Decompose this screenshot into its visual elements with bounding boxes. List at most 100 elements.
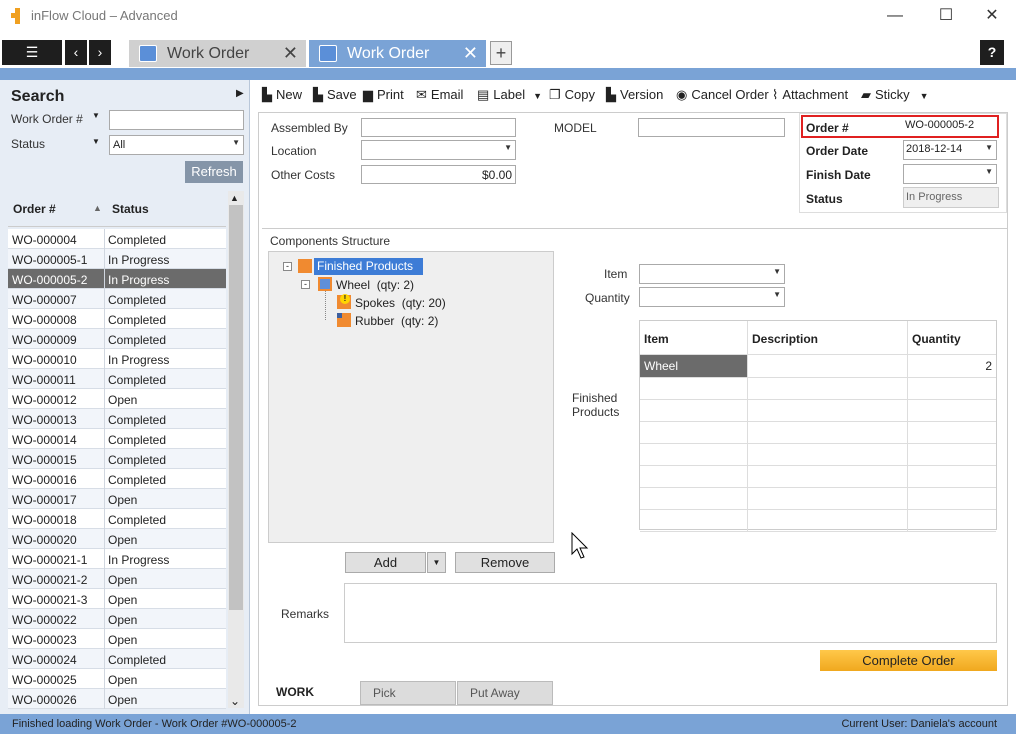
- attachment-button[interactable]: ⌇ Attachment: [772, 87, 848, 103]
- table-row[interactable]: WO-000025 Open: [8, 669, 226, 689]
- forward-button[interactable]: ›: [89, 40, 111, 65]
- column-item[interactable]: Item: [644, 332, 669, 346]
- order-number-cell: WO-000024: [12, 653, 77, 667]
- table-row[interactable]: WO-000018 Completed: [8, 509, 226, 529]
- table-row[interactable]: WO-000008 Completed: [8, 309, 226, 329]
- save-icon: ▙: [313, 87, 323, 102]
- column-order[interactable]: Order #: [13, 202, 56, 216]
- quantity-select[interactable]: ▼: [639, 287, 785, 307]
- table-row[interactable]: WO-000004 Completed: [8, 229, 226, 249]
- tab-pick[interactable]: Pick: [360, 681, 456, 705]
- add-dropdown-button[interactable]: ▼: [427, 552, 446, 573]
- table-row[interactable]: WO-000011 Completed: [8, 369, 226, 389]
- order-date-input[interactable]: 2018-12-14 ▼: [903, 140, 997, 160]
- item-select[interactable]: ▼: [639, 264, 785, 284]
- save-button[interactable]: ▙ Save: [313, 87, 357, 103]
- table-row[interactable]: WO-000014 Completed: [8, 429, 226, 449]
- tree-item-rubber[interactable]: Rubber (qty: 2): [355, 314, 438, 328]
- scroll-up-icon[interactable]: ▲: [230, 193, 239, 203]
- chevron-down-icon: ▼: [232, 138, 240, 147]
- status-select[interactable]: All ▼: [109, 135, 244, 155]
- table-row[interactable]: WO-000005-1 In Progress: [8, 249, 226, 269]
- status-cell: Completed: [108, 333, 167, 347]
- assembled-by-input[interactable]: [361, 118, 516, 137]
- cancel-order-button[interactable]: ◉ Cancel Order: [676, 87, 769, 103]
- table-row[interactable]: WO-000021-1 In Progress: [8, 549, 226, 569]
- table-row[interactable]: WO-000020 Open: [8, 529, 226, 549]
- table-row[interactable]: WO-000026 Open: [8, 689, 226, 709]
- tree-root-finished-products[interactable]: Finished Products: [314, 258, 423, 275]
- status-cell: Open: [108, 573, 138, 587]
- order-number-cell: WO-000009: [12, 333, 77, 347]
- collapse-icon[interactable]: -: [301, 280, 310, 289]
- model-input[interactable]: [638, 118, 785, 137]
- components-tree[interactable]: [268, 251, 554, 543]
- tab-work-order-1[interactable]: Work Order ✕: [129, 40, 306, 67]
- close-button[interactable]: ✕: [977, 4, 1007, 28]
- table-row[interactable]: WO-000021-2 Open: [8, 569, 226, 589]
- version-button[interactable]: ▙ Version: [606, 87, 663, 103]
- scroll-down-icon[interactable]: ⌄: [230, 694, 240, 708]
- email-button[interactable]: ✉ Email: [416, 87, 463, 103]
- grid-col-line: [907, 321, 908, 531]
- divider: [262, 228, 1007, 229]
- maximize-button[interactable]: ☐: [931, 4, 961, 28]
- table-row[interactable]: WO-000017 Open: [8, 489, 226, 509]
- location-select[interactable]: ▼: [361, 140, 516, 160]
- new-button[interactable]: ▙ New: [262, 87, 302, 103]
- column-quantity[interactable]: Quantity: [912, 332, 961, 346]
- grid-row-line: [640, 421, 996, 422]
- minimize-button[interactable]: —: [880, 4, 910, 28]
- column-status[interactable]: Status: [112, 202, 149, 216]
- sticky-button[interactable]: ▰ Sticky ▼: [861, 87, 929, 103]
- new-tab-button[interactable]: +: [490, 41, 512, 65]
- table-row[interactable]: WO-000012 Open: [8, 389, 226, 409]
- table-row[interactable]: WO-000013 Completed: [8, 409, 226, 429]
- table-row[interactable]: WO-000023 Open: [8, 629, 226, 649]
- tab-put-away[interactable]: Put Away: [457, 681, 553, 705]
- print-button[interactable]: ▆ Print: [363, 87, 404, 103]
- filter-dropdown-icon[interactable]: ▼: [92, 111, 100, 120]
- copy-button[interactable]: ❐ Copy: [549, 87, 595, 103]
- label-button[interactable]: ▤ Label ▼: [477, 87, 542, 103]
- document-icon: [319, 45, 337, 62]
- menu-button[interactable]: ☰: [2, 40, 62, 65]
- refresh-button[interactable]: Refresh: [185, 161, 243, 183]
- table-row[interactable]: WO-000021-3 Open: [8, 589, 226, 609]
- table-row[interactable]: WO-000022 Open: [8, 609, 226, 629]
- remarks-input[interactable]: [344, 583, 997, 643]
- table-row[interactable]: WO-000005-2 In Progress: [8, 269, 226, 289]
- work-order-search-input[interactable]: [109, 110, 244, 130]
- remove-button[interactable]: Remove: [455, 552, 555, 573]
- scroll-thumb[interactable]: [229, 205, 243, 610]
- add-button[interactable]: Add: [345, 552, 426, 573]
- status-cell: Open: [108, 533, 138, 547]
- tab-work-order-2[interactable]: Work Order ✕: [309, 40, 486, 67]
- column-description[interactable]: Description: [752, 332, 818, 346]
- finish-date-input[interactable]: ▼: [903, 164, 997, 184]
- collapse-arrow-icon[interactable]: ▶: [236, 88, 244, 99]
- table-row[interactable]: WO-000024 Completed: [8, 649, 226, 669]
- collapse-icon[interactable]: -: [283, 262, 292, 271]
- table-row[interactable]: WO-000010 In Progress: [8, 349, 226, 369]
- table-row[interactable]: WO-000015 Completed: [8, 449, 226, 469]
- help-button[interactable]: ?: [980, 40, 1004, 65]
- tab-work[interactable]: WORK: [264, 681, 359, 705]
- order-number-cell: WO-000010: [12, 353, 77, 367]
- table-row[interactable]: WO-000007 Completed: [8, 289, 226, 309]
- cell-divider: [104, 509, 105, 529]
- other-costs-input[interactable]: $0.00: [361, 165, 516, 184]
- table-cell-item[interactable]: Wheel: [640, 355, 747, 377]
- cell-divider: [104, 269, 105, 289]
- table-cell-quantity[interactable]: 2: [985, 359, 992, 373]
- filter-dropdown-icon[interactable]: ▼: [92, 137, 100, 146]
- status-label: Status: [806, 192, 843, 206]
- close-tab-icon[interactable]: ✕: [283, 40, 298, 67]
- tree-item-spokes[interactable]: Spokes (qty: 20): [355, 296, 446, 310]
- table-row[interactable]: WO-000009 Completed: [8, 329, 226, 349]
- close-tab-icon[interactable]: ✕: [463, 40, 478, 67]
- complete-order-button[interactable]: Complete Order: [820, 650, 997, 671]
- table-row[interactable]: WO-000016 Completed: [8, 469, 226, 489]
- back-button[interactable]: ‹: [65, 40, 87, 65]
- tree-item-wheel[interactable]: Wheel (qty: 2): [336, 278, 414, 292]
